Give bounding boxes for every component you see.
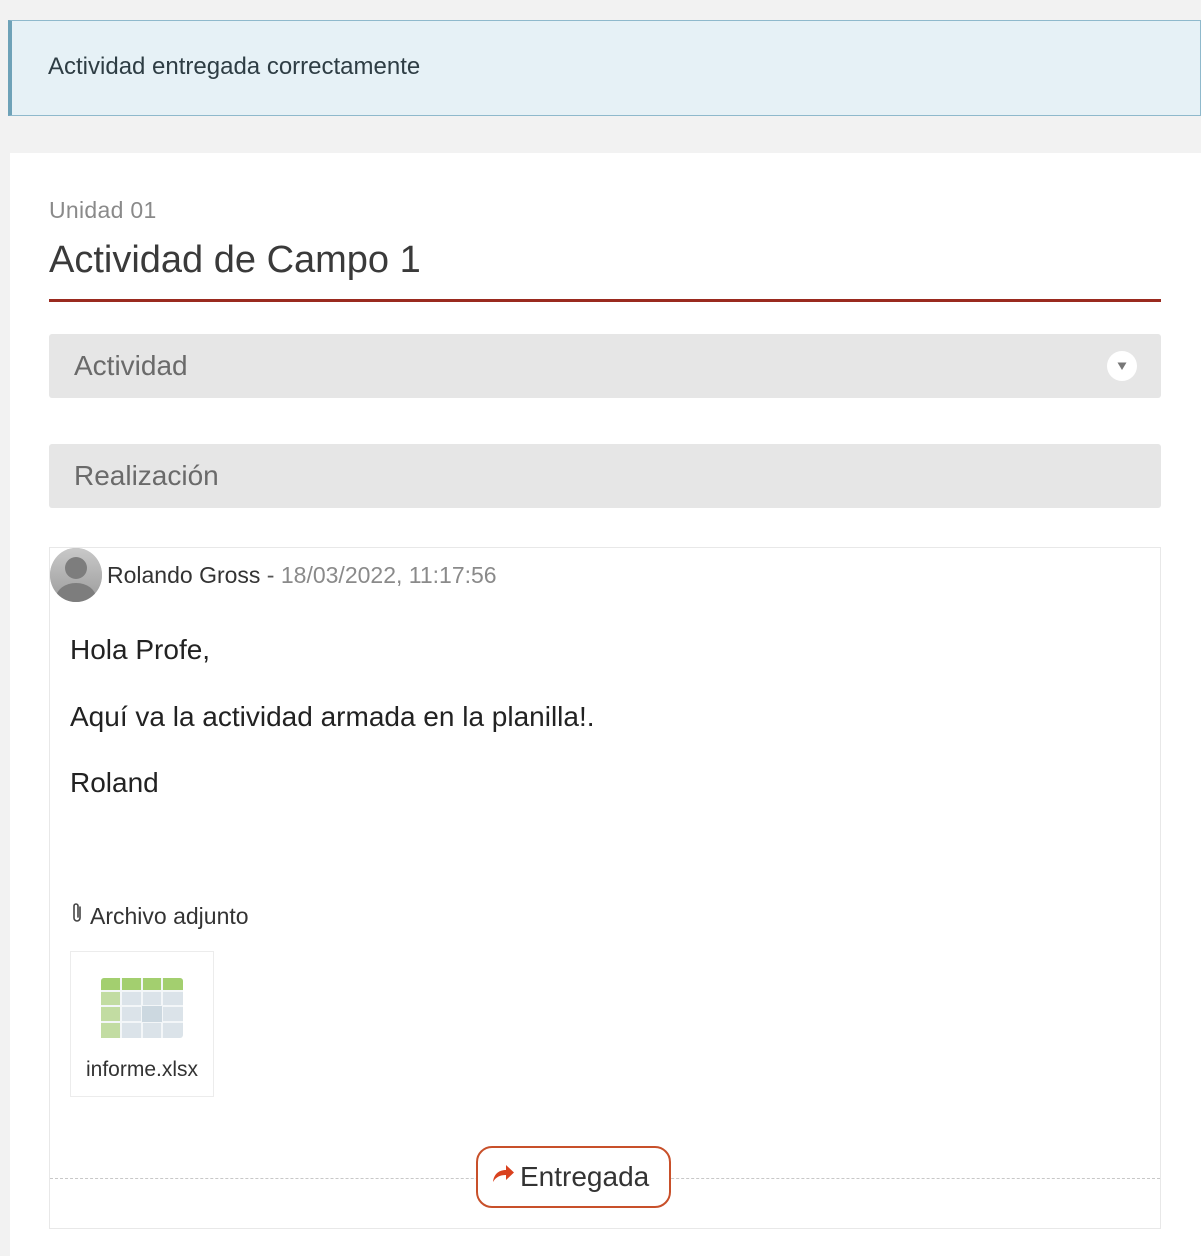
share-arrow-icon [490, 1161, 516, 1193]
meta-separator: - [260, 562, 281, 588]
message-line: Roland [70, 767, 159, 798]
post-datetime: 18/03/2022, 11:17:56 [280, 562, 497, 588]
page-title: Actividad de Campo 1 [49, 239, 421, 281]
success-alert: Actividad entregada correctamente [8, 20, 1201, 116]
message-line: Aquí va la actividad armada en la planil… [70, 701, 595, 732]
alert-message: Actividad entregada correctamente [48, 53, 421, 80]
attachment-file[interactable]: informe.xlsx [70, 951, 214, 1097]
section-realizacion-label: Realización [74, 460, 219, 491]
chevron-down-icon[interactable] [1107, 351, 1137, 381]
title-divider [49, 299, 1161, 302]
attachments-heading: Archivo adjunto [70, 901, 249, 931]
spreadsheet-icon [101, 978, 183, 1043]
status-label: Entregada [520, 1161, 650, 1192]
unit-label: Unidad 01 [49, 197, 157, 223]
section-activity-label: Actividad [74, 350, 188, 381]
message-line: Hola Profe, [70, 634, 211, 665]
author-name: Rolando Gross [107, 562, 261, 588]
attachment-file-name: informe.xlsx [85, 1058, 199, 1081]
section-activity-toggle[interactable]: Actividad [49, 334, 1161, 398]
avatar [50, 548, 102, 602]
attachments-heading-label: Archivo adjunto [90, 902, 249, 929]
section-realizacion-toggle[interactable]: Realización [49, 444, 1161, 508]
post-meta: Rolando Gross - 18/03/2022, 11:17:56 [107, 562, 497, 589]
activity-card: Unidad 01 Actividad de Campo 1 Actividad… [10, 153, 1201, 1256]
status-badge: Entregada [476, 1146, 672, 1208]
paperclip-icon [70, 901, 84, 931]
submission-post: Rolando Gross - 18/03/2022, 11:17:56 Hol… [49, 547, 1161, 1229]
page: Actividad entregada correctamente Unidad… [0, 0, 1201, 1256]
